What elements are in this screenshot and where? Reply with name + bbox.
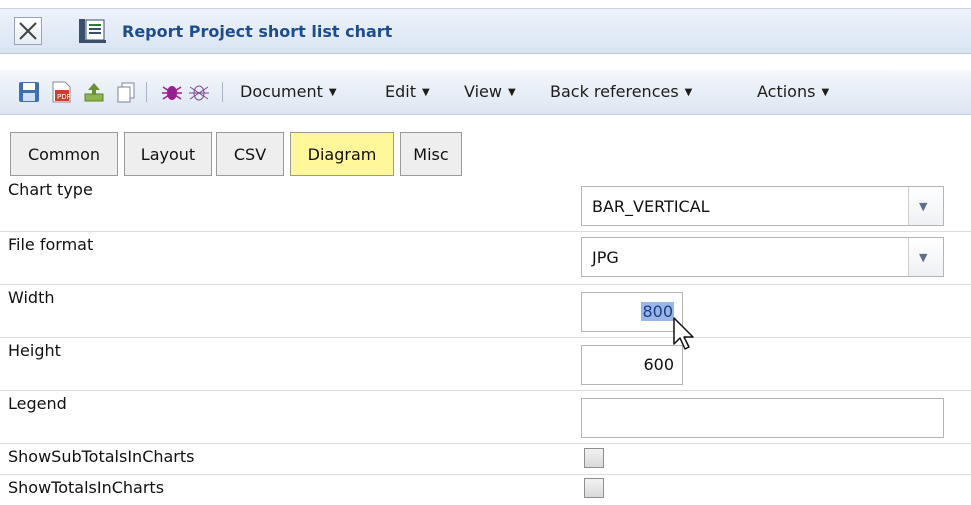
menu-actions[interactable]: Actions ▼ <box>757 82 829 101</box>
save-icon[interactable] <box>18 81 40 103</box>
file-format-select[interactable]: JPG ▼ <box>581 237 944 277</box>
row-show-sub-totals: ShowSubTotalsInCharts <box>0 443 971 475</box>
show-sub-totals-checkbox[interactable] <box>584 448 604 468</box>
chart-type-select[interactable]: BAR_VERTICAL ▼ <box>581 186 944 226</box>
legend-label: Legend <box>8 394 67 413</box>
menu-back-references-label: Back references <box>550 82 679 101</box>
bug-outline-icon[interactable] <box>188 81 210 103</box>
chevron-down-icon: ▼ <box>507 87 516 98</box>
chart-type-label: Chart type <box>8 180 93 199</box>
width-label: Width <box>8 288 55 307</box>
tab-misc[interactable]: Misc <box>400 132 462 176</box>
legend-input[interactable] <box>581 398 944 438</box>
height-label: Height <box>8 341 61 360</box>
tab-common[interactable]: Common <box>10 132 118 176</box>
height-input[interactable]: 600 <box>581 345 683 385</box>
chevron-down-icon: ▼ <box>328 87 337 98</box>
menu-actions-label: Actions <box>757 82 816 101</box>
close-icon <box>19 22 37 40</box>
close-button[interactable] <box>14 17 42 45</box>
row-file-format: File format JPG ▼ <box>0 231 971 285</box>
window-title: Report Project short list chart <box>122 22 393 41</box>
chart-type-dropdown-button[interactable]: ▼ <box>908 187 943 225</box>
file-format-label: File format <box>8 235 94 254</box>
menu-view[interactable]: View ▼ <box>464 82 516 101</box>
report-icon <box>79 19 106 43</box>
chart-type-value: BAR_VERTICAL <box>592 197 710 216</box>
show-sub-totals-label: ShowSubTotalsInCharts <box>8 447 195 466</box>
tab-diagram[interactable]: Diagram <box>290 132 394 176</box>
menu-document[interactable]: Document ▼ <box>240 82 337 101</box>
width-input[interactable]: 800 <box>581 292 683 332</box>
row-legend: Legend <box>0 390 971 444</box>
menu-edit[interactable]: Edit ▼ <box>385 82 430 101</box>
row-height: Height 600 <box>0 337 971 391</box>
tab-csv[interactable]: CSV <box>216 132 284 176</box>
menu-document-label: Document <box>240 82 323 101</box>
file-format-dropdown-button[interactable]: ▼ <box>908 238 943 276</box>
mouse-cursor-icon <box>673 317 694 350</box>
chevron-down-icon: ▼ <box>919 200 928 213</box>
tab-bar: Common Layout CSV Diagram Misc <box>0 132 971 176</box>
toolbar-separator <box>146 82 147 102</box>
chevron-down-icon: ▼ <box>421 87 430 98</box>
bug-icon[interactable] <box>161 81 183 103</box>
window-titlebar: Report Project short list chart <box>0 8 971 54</box>
menu-back-references[interactable]: Back references ▼ <box>550 82 692 101</box>
copy-icon[interactable] <box>115 81 137 103</box>
show-totals-label: ShowTotalsInCharts <box>8 478 165 497</box>
chevron-down-icon: ▼ <box>821 87 830 98</box>
upload-icon[interactable] <box>83 81 105 103</box>
width-value: 800 <box>641 302 674 321</box>
chevron-down-icon: ▼ <box>919 251 928 264</box>
file-format-value: JPG <box>592 248 619 267</box>
row-show-totals: ShowTotalsInCharts <box>0 474 971 504</box>
toolbar-separator <box>222 82 223 102</box>
menu-edit-label: Edit <box>385 82 416 101</box>
toolbar: PDF Document ▼ Edit ▼ View ▼ Back reference… <box>0 70 971 115</box>
menu-view-label: View <box>464 82 502 101</box>
row-width: Width 800 <box>0 284 971 338</box>
svg-text:PDF: PDF <box>57 93 71 101</box>
chevron-down-icon: ▼ <box>684 87 693 98</box>
show-totals-checkbox[interactable] <box>584 478 604 498</box>
export-pdf-icon[interactable]: PDF <box>50 81 72 103</box>
row-chart-type: Chart type BAR_VERTICAL ▼ <box>0 176 971 232</box>
tab-layout[interactable]: Layout <box>124 132 212 176</box>
